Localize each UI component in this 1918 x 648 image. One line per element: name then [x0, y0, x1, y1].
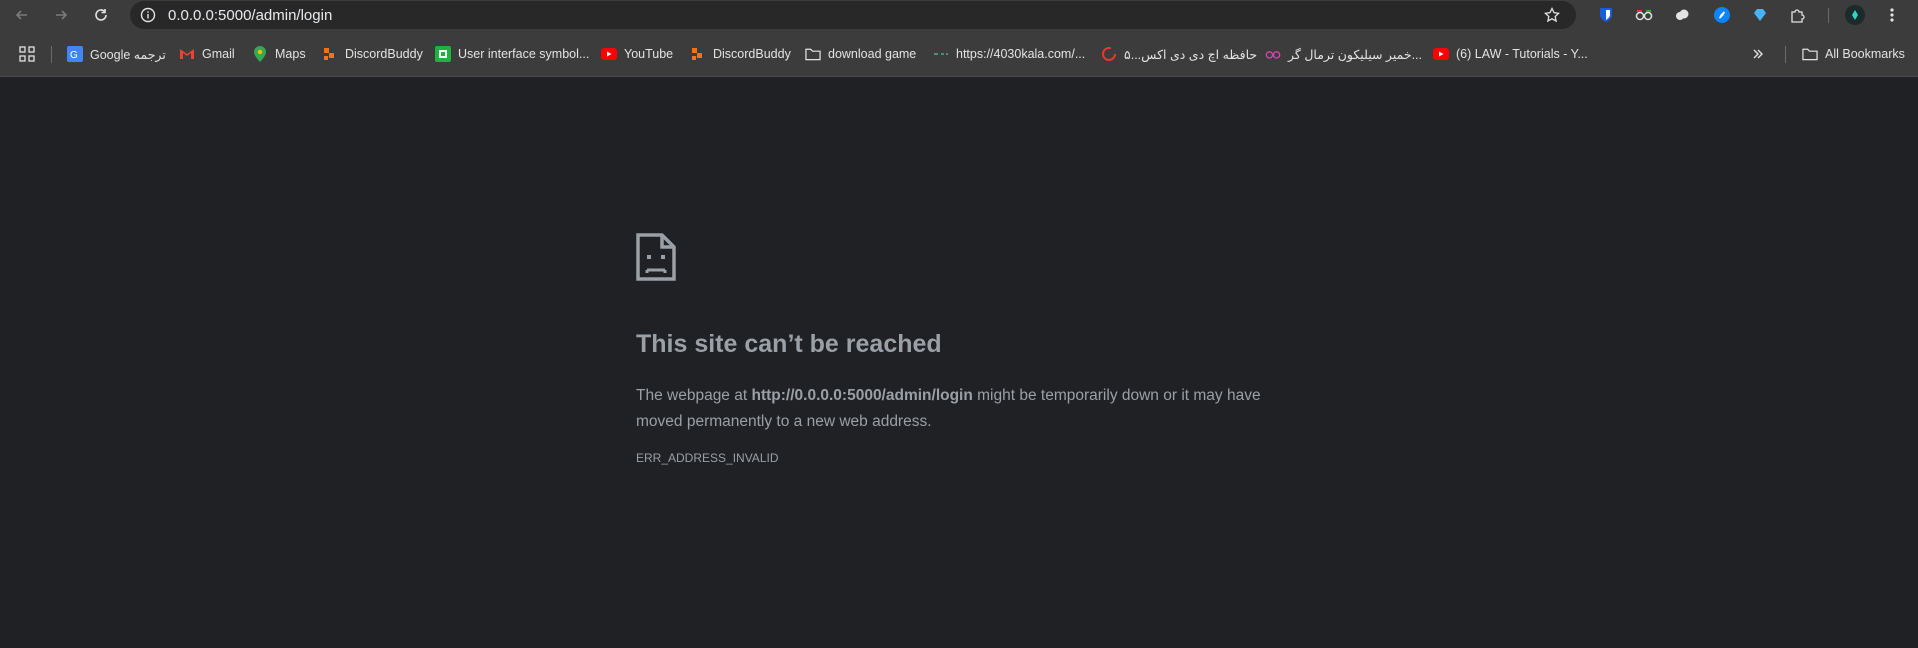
- glasses-icon: [1635, 10, 1653, 21]
- bookmark-label: Gmail: [202, 47, 235, 61]
- bookmark-label: DiscordBuddy: [345, 47, 423, 61]
- youtube-icon: [1433, 46, 1449, 62]
- loading-icon: [1101, 46, 1117, 62]
- more-bookmarks-button[interactable]: [1752, 44, 1764, 64]
- youtube-icon: [601, 46, 617, 62]
- folder-icon: [1802, 46, 1818, 62]
- sad-document-icon: [636, 233, 676, 281]
- glasses-icon: [1265, 46, 1281, 62]
- address-bar[interactable]: 0.0.0.0:5000/admin/login: [130, 1, 1576, 29]
- reload-icon: [95, 9, 107, 21]
- bookmark-item[interactable]: YouTube: [601, 44, 673, 64]
- bookmark-label: download game: [828, 47, 917, 61]
- cloud-icon: [1676, 9, 1689, 20]
- diamond-extension[interactable]: [1750, 5, 1770, 25]
- cloud-extension[interactable]: [1672, 5, 1692, 25]
- bookmark-folder[interactable]: download game: [805, 44, 916, 64]
- page-content: This site can’t be reached The webpage a…: [0, 78, 1918, 648]
- forward-button[interactable]: [41, 0, 81, 30]
- error-description: The webpage at http://0.0.0.0:5000/admin…: [636, 383, 1276, 435]
- bookmark-label: Maps: [275, 47, 306, 61]
- menu-button[interactable]: [1882, 5, 1902, 25]
- site-icon: [933, 46, 949, 62]
- svg-text:G: G: [70, 50, 78, 61]
- gmail-icon: [179, 46, 195, 62]
- glasses-extension[interactable]: [1634, 5, 1654, 25]
- all-bookmarks-label: All Bookmarks: [1825, 47, 1905, 61]
- shazam-icon: [1714, 7, 1730, 23]
- bookmark-item[interactable]: (6) LAW - Tutorials - Y...: [1433, 44, 1588, 64]
- back-button[interactable]: [2, 0, 42, 30]
- bitwarden-extension[interactable]: [1596, 5, 1616, 25]
- bookmark-label: Google ترجمه: [90, 47, 166, 62]
- error-code: ERR_ADDRESS_INVALID: [636, 451, 779, 465]
- bookmarks-bar: G Google ترجمه Gmail Maps DiscordBuddy U…: [0, 30, 1918, 77]
- profile-avatar[interactable]: [1845, 5, 1865, 25]
- maps-icon: [252, 46, 268, 62]
- browser-toolbar: 0.0.0.0:5000/admin/login: [0, 0, 1918, 30]
- address-url[interactable]: 0.0.0.0:5000/admin/login: [168, 7, 332, 24]
- discordbuddy-icon: [322, 46, 338, 62]
- bookmark-label: خمیر سیلیکون ترمال گر...: [1288, 47, 1422, 62]
- error-title: This site can’t be reached: [636, 330, 942, 358]
- bookmark-item[interactable]: https://4030kala.com/...: [933, 44, 1085, 64]
- bookmark-label: https://4030kala.com/...: [956, 47, 1086, 61]
- info-icon[interactable]: [140, 7, 156, 23]
- puzzle-icon: [1791, 9, 1805, 23]
- bookmark-item[interactable]: G Google ترجمه: [67, 44, 166, 64]
- bookmark-label: DiscordBuddy: [713, 47, 791, 61]
- error-url: http://0.0.0.0:5000/admin/login: [751, 387, 973, 404]
- bookmark-label: User interface symbol...: [458, 47, 590, 61]
- error-desc-prefix: The webpage at: [636, 387, 752, 404]
- bookmark-label: YouTube: [624, 47, 674, 61]
- google-translate-icon: G: [67, 46, 83, 62]
- bookmark-label: (6) LAW - Tutorials - Y...: [1456, 47, 1588, 61]
- bookmark-item[interactable]: Gmail: [179, 44, 235, 64]
- bookmark-item[interactable]: حافظه اچ دی دی اکس...۵: [1101, 44, 1257, 64]
- discordbuddy-icon: [690, 46, 706, 62]
- avatar-icon: [1845, 5, 1865, 25]
- arrow-right-icon: [56, 10, 68, 20]
- all-bookmarks-button[interactable]: All Bookmarks: [1802, 44, 1905, 64]
- user-interface-icon: [435, 46, 451, 62]
- bookmark-item[interactable]: خمیر سیلیکون ترمال گر...: [1265, 44, 1422, 64]
- shazam-extension[interactable]: [1712, 5, 1732, 25]
- arrow-left-icon: [15, 10, 27, 20]
- bookmark-item[interactable]: Maps: [252, 44, 306, 64]
- bookmarks-separator: [1785, 46, 1786, 63]
- reload-button[interactable]: [81, 0, 121, 30]
- bookmarks-separator: [51, 46, 52, 63]
- apps-grid-icon: [19, 46, 35, 62]
- folder-icon: [805, 46, 821, 62]
- bookmark-item[interactable]: DiscordBuddy: [322, 44, 423, 64]
- shield-icon: [1600, 8, 1612, 22]
- bookmark-item[interactable]: DiscordBuddy: [690, 44, 791, 64]
- diamond-icon: [1754, 9, 1766, 21]
- more-vert-icon: [1890, 8, 1894, 22]
- apps-button[interactable]: [19, 44, 35, 64]
- bookmark-label: حافظه اچ دی دی اکس...۵: [1124, 47, 1258, 62]
- bookmark-item[interactable]: User interface symbol...: [435, 44, 589, 64]
- extensions-button[interactable]: [1788, 5, 1808, 25]
- bookmark-star-icon[interactable]: [1544, 7, 1560, 23]
- toolbar-divider: [1828, 8, 1829, 23]
- chevron-double-right-icon: [1753, 49, 1763, 59]
